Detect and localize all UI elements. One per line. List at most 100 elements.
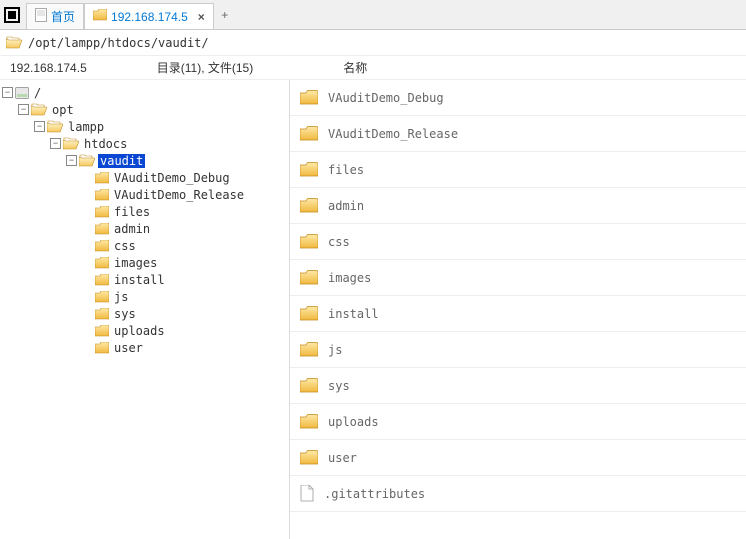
list-item-label: sys: [328, 379, 350, 393]
tree-toggle-blank: [82, 342, 93, 353]
tab-0[interactable]: 首页: [26, 3, 84, 29]
folder-icon: [95, 308, 109, 320]
tree-node-js[interactable]: js: [2, 288, 289, 305]
close-icon[interactable]: ×: [198, 10, 205, 24]
list-item-label: VAuditDemo_Release: [328, 127, 458, 141]
tree-label: images: [112, 256, 159, 270]
list-item-VAuditDemo_Release[interactable]: VAuditDemo_Release: [290, 116, 746, 152]
tree-node-user[interactable]: user: [2, 339, 289, 356]
tree-node-opt[interactable]: − opt: [2, 101, 289, 118]
folder-big-icon: [300, 306, 318, 321]
tree-node-install[interactable]: install: [2, 271, 289, 288]
list-item-VAuditDemo_Debug[interactable]: VAuditDemo_Debug: [290, 80, 746, 116]
folder-icon: [95, 172, 109, 184]
list-item-label: css: [328, 235, 350, 249]
tree-toggle-icon[interactable]: −: [66, 155, 77, 166]
folder-open-icon: [79, 154, 95, 167]
tree-label: htdocs: [82, 137, 129, 151]
tab-label: 首页: [51, 8, 75, 25]
tree-toggle-icon[interactable]: −: [18, 104, 29, 115]
list-item-files[interactable]: files: [290, 152, 746, 188]
folder-icon: [95, 257, 109, 269]
tree-label: /: [32, 86, 43, 100]
tree-node-htdocs[interactable]: − htdocs: [2, 135, 289, 152]
folder-icon: [95, 223, 109, 235]
tree-label: admin: [112, 222, 152, 236]
list-item-label: images: [328, 271, 371, 285]
list-item-js[interactable]: js: [290, 332, 746, 368]
list-item-uploads[interactable]: uploads: [290, 404, 746, 440]
list-item-user[interactable]: user: [290, 440, 746, 476]
tree-label: lampp: [66, 120, 106, 134]
folder-icon: [95, 240, 109, 252]
tree-label: vaudit: [98, 154, 145, 168]
folder-big-icon: [300, 342, 318, 357]
tree-toggle-icon[interactable]: −: [50, 138, 61, 149]
tree-label: uploads: [112, 324, 167, 338]
tree-node-css[interactable]: css: [2, 237, 289, 254]
tree-toggle-blank: [82, 223, 93, 234]
tree-node-images[interactable]: images: [2, 254, 289, 271]
list-item-images[interactable]: images: [290, 260, 746, 296]
tree-node-uploads[interactable]: uploads: [2, 322, 289, 339]
list-item-label: admin: [328, 199, 364, 213]
folder-icon: [95, 291, 109, 303]
tree-toggle-blank: [82, 206, 93, 217]
tree-toggle-icon[interactable]: −: [34, 121, 45, 132]
tree-label: files: [112, 205, 152, 219]
folder-icon: [95, 342, 109, 354]
tree-node-admin[interactable]: admin: [2, 220, 289, 237]
address-bar[interactable]: /opt/lampp/htdocs/vaudit/: [0, 30, 746, 56]
folder-open-icon: [47, 120, 63, 133]
list-panel[interactable]: VAuditDemo_Debug VAuditDemo_Releasefiles a…: [290, 80, 746, 539]
list-item-css[interactable]: css: [290, 224, 746, 260]
list-item-sys[interactable]: sys: [290, 368, 746, 404]
tree-node-sys[interactable]: sys: [2, 305, 289, 322]
folder-icon: [95, 206, 109, 218]
tree-toggle-blank: [82, 325, 93, 336]
tree-node-VAuditDemo_Debug[interactable]: VAuditDemo_Debug: [2, 169, 289, 186]
tree-label: VAuditDemo_Debug: [112, 171, 232, 185]
tree-node-vaudit[interactable]: − vaudit: [2, 152, 289, 169]
tree-label: sys: [112, 307, 138, 321]
folder-big-icon: [300, 378, 318, 393]
list-item-label: VAuditDemo_Debug: [328, 91, 444, 105]
list-item-admin[interactable]: admin: [290, 188, 746, 224]
tree-panel[interactable]: −/−opt−lampp−htdocs−vauditVAuditDemo_Deb…: [0, 80, 290, 539]
tree-toggle-blank: [82, 240, 93, 251]
app-logo-icon: [4, 7, 20, 23]
list-item-.gitattributes[interactable]: .gitattributes: [290, 476, 746, 512]
tree-node-VAuditDemo_Release[interactable]: VAuditDemo_Release: [2, 186, 289, 203]
folder-big-icon: [300, 90, 318, 105]
tree-toggle-blank: [82, 308, 93, 319]
folder-open-icon: [31, 103, 47, 116]
disk-icon: [15, 87, 29, 99]
status-counts: 目录(11), 文件(15): [157, 59, 253, 76]
folder-big-icon: [300, 450, 318, 465]
tree-node-/[interactable]: −/: [2, 84, 289, 101]
tree-node-files[interactable]: files: [2, 203, 289, 220]
tree-label: opt: [50, 103, 76, 117]
file-icon: [300, 485, 314, 502]
tree-label: install: [112, 273, 167, 287]
folder-big-icon: [300, 198, 318, 213]
list-item-label: .gitattributes: [324, 487, 425, 501]
list-item-label: js: [328, 343, 342, 357]
folder-icon: [95, 325, 109, 337]
list-item-label: user: [328, 451, 357, 465]
list-item-label: files: [328, 163, 364, 177]
folder-big-icon: [300, 126, 318, 141]
list-item-label: install: [328, 307, 379, 321]
tree-toggle-icon[interactable]: −: [2, 87, 13, 98]
tree-toggle-blank: [82, 257, 93, 268]
tab-1[interactable]: 192.168.174.5×: [84, 3, 214, 29]
page-icon: [35, 8, 47, 22]
list-item-install[interactable]: install: [290, 296, 746, 332]
folder-big-icon: [300, 414, 318, 429]
list-item-label: uploads: [328, 415, 379, 429]
new-tab-button[interactable]: +: [214, 8, 236, 22]
tree-node-lampp[interactable]: − lampp: [2, 118, 289, 135]
tree-toggle-blank: [82, 172, 93, 183]
status-ip: 192.168.174.5: [10, 61, 87, 75]
content-area: −/−opt−lampp−htdocs−vauditVAuditDemo_Deb…: [0, 80, 746, 539]
